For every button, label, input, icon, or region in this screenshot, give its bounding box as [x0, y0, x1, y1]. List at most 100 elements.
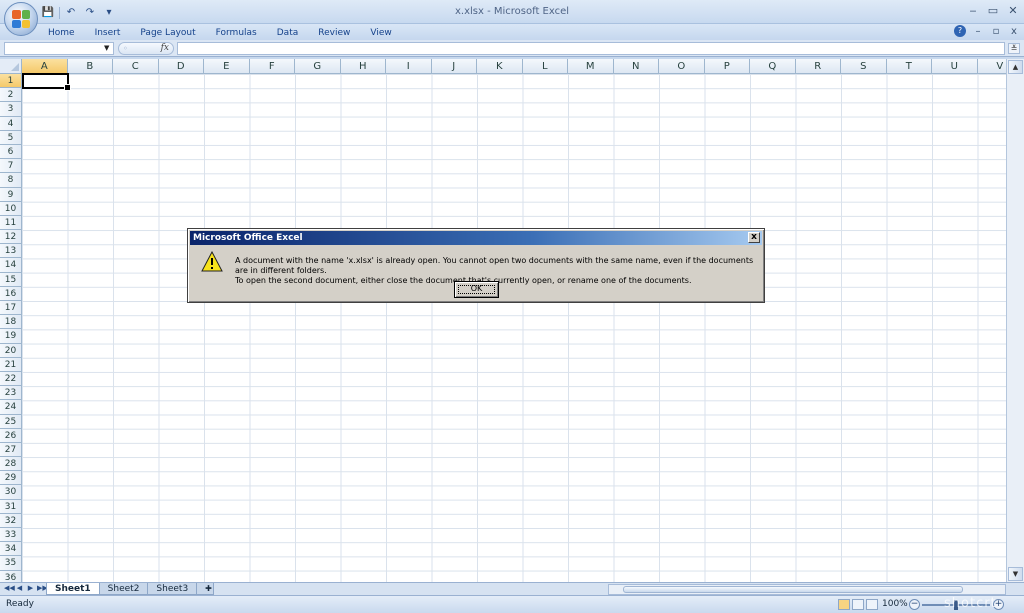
- column-header[interactable]: J: [431, 59, 477, 74]
- tab-insert[interactable]: Insert: [85, 26, 131, 40]
- row-header[interactable]: 31: [0, 499, 22, 514]
- tab-home[interactable]: Home: [38, 26, 85, 40]
- tab-data[interactable]: Data: [267, 26, 309, 40]
- scroll-down-icon[interactable]: ▼: [1008, 567, 1023, 581]
- insert-function-icon[interactable]: fx: [161, 43, 169, 53]
- column-header[interactable]: E: [204, 59, 250, 74]
- restore-workbook-button[interactable]: ▫: [990, 26, 1002, 37]
- prev-sheet-icon[interactable]: ◀: [15, 584, 24, 592]
- row-header[interactable]: 4: [0, 116, 22, 131]
- tab-page-layout[interactable]: Page Layout: [130, 26, 205, 40]
- row-header[interactable]: 32: [0, 513, 22, 528]
- dialog-close-button[interactable]: x: [748, 232, 760, 243]
- active-cell[interactable]: [22, 73, 71, 91]
- name-box[interactable]: [4, 42, 114, 55]
- close-window-button[interactable]: ✕: [1006, 3, 1020, 17]
- column-header[interactable]: F: [249, 59, 295, 74]
- column-header[interactable]: I: [386, 59, 432, 74]
- select-all-button[interactable]: [0, 59, 22, 74]
- column-header[interactable]: S: [841, 59, 887, 74]
- ok-button[interactable]: OK: [454, 281, 499, 298]
- column-header[interactable]: O: [659, 59, 705, 74]
- column-header[interactable]: M: [568, 59, 614, 74]
- column-header[interactable]: T: [886, 59, 932, 74]
- column-header[interactable]: G: [295, 59, 341, 74]
- row-header[interactable]: 19: [0, 329, 22, 344]
- column-header[interactable]: V: [977, 59, 1006, 74]
- column-header[interactable]: A: [22, 59, 68, 74]
- column-header[interactable]: L: [522, 59, 568, 74]
- sheet-tab-sheet3[interactable]: Sheet3: [147, 583, 198, 595]
- minimize-window-button[interactable]: ‒: [966, 3, 980, 17]
- row-header[interactable]: 30: [0, 485, 22, 500]
- row-header[interactable]: 15: [0, 272, 22, 287]
- row-header[interactable]: 8: [0, 173, 22, 188]
- minimize-workbook-button[interactable]: –: [972, 26, 984, 37]
- column-header[interactable]: D: [158, 59, 204, 74]
- column-header[interactable]: Q: [750, 59, 796, 74]
- row-header[interactable]: 13: [0, 244, 22, 259]
- scroll-up-icon[interactable]: ▲: [1008, 60, 1023, 74]
- first-sheet-icon[interactable]: ◀◀: [4, 584, 15, 592]
- row-header[interactable]: 34: [0, 542, 22, 557]
- row-header[interactable]: 26: [0, 428, 22, 443]
- row-header[interactable]: 36: [0, 570, 22, 582]
- close-workbook-button[interactable]: x: [1008, 26, 1020, 37]
- horizontal-scroll-thumb[interactable]: [623, 586, 963, 593]
- tab-view[interactable]: View: [360, 26, 401, 40]
- row-header[interactable]: 1: [0, 74, 22, 89]
- row-header[interactable]: 24: [0, 400, 22, 415]
- tab-review[interactable]: Review: [308, 26, 360, 40]
- help-icon[interactable]: ?: [954, 25, 966, 37]
- zoom-level[interactable]: 100%: [882, 599, 908, 609]
- page-break-view-icon[interactable]: [866, 599, 878, 610]
- row-header[interactable]: 7: [0, 159, 22, 174]
- row-header[interactable]: 12: [0, 230, 22, 245]
- next-sheet-icon[interactable]: ▶: [26, 584, 35, 592]
- row-header[interactable]: 5: [0, 130, 22, 145]
- last-sheet-icon[interactable]: ▶▶: [37, 584, 48, 592]
- column-header[interactable]: P: [704, 59, 750, 74]
- horizontal-scrollbar[interactable]: [608, 584, 1006, 595]
- zoom-out-icon[interactable]: −: [909, 599, 920, 610]
- insert-sheet-icon[interactable]: ✚: [196, 583, 215, 595]
- row-header[interactable]: 18: [0, 315, 22, 330]
- row-header[interactable]: 28: [0, 457, 22, 472]
- column-header[interactable]: U: [932, 59, 978, 74]
- row-header[interactable]: 20: [0, 343, 22, 358]
- row-header[interactable]: 10: [0, 201, 22, 216]
- row-header[interactable]: 2: [0, 88, 22, 103]
- expand-formula-bar-icon[interactable]: ≚: [1008, 43, 1020, 54]
- maximize-window-button[interactable]: ▭: [986, 3, 1000, 17]
- row-header[interactable]: 17: [0, 301, 22, 316]
- column-header[interactable]: N: [613, 59, 659, 74]
- column-header[interactable]: C: [113, 59, 159, 74]
- sheet-tab-sheet1[interactable]: Sheet1: [46, 583, 100, 595]
- tab-formulas[interactable]: Formulas: [206, 26, 267, 40]
- office-button[interactable]: [4, 2, 38, 36]
- row-header[interactable]: 25: [0, 414, 22, 429]
- formula-bar-handle-icon[interactable]: ◦: [123, 44, 128, 53]
- vertical-scrollbar[interactable]: ▲ ▼: [1006, 59, 1024, 582]
- column-header[interactable]: B: [67, 59, 113, 74]
- row-header[interactable]: 33: [0, 528, 22, 543]
- row-header[interactable]: 14: [0, 258, 22, 273]
- page-layout-view-icon[interactable]: [852, 599, 864, 610]
- row-header[interactable]: 3: [0, 102, 22, 117]
- row-header[interactable]: 22: [0, 371, 22, 387]
- worksheet-grid[interactable]: ABCDEFGHIJKLMNOPQRSTUV 1 2 3 4 5 6 7 8 9 10 11 12 13…: [0, 59, 1006, 582]
- row-header[interactable]: 29: [0, 471, 22, 486]
- column-header[interactable]: R: [795, 59, 841, 74]
- row-header[interactable]: 9: [0, 187, 22, 202]
- column-header[interactable]: K: [477, 59, 523, 74]
- row-header[interactable]: 16: [0, 286, 22, 301]
- row-header[interactable]: 27: [0, 442, 22, 458]
- row-header[interactable]: 23: [0, 386, 22, 401]
- cell-area[interactable]: [22, 74, 1006, 582]
- row-header[interactable]: 11: [0, 215, 22, 231]
- sheet-tab-sheet2[interactable]: Sheet2: [98, 583, 149, 595]
- name-box-dropdown-icon[interactable]: ▼: [104, 44, 109, 52]
- normal-view-icon[interactable]: [838, 599, 850, 610]
- row-header[interactable]: 21: [0, 357, 22, 372]
- formula-input[interactable]: [177, 42, 1005, 55]
